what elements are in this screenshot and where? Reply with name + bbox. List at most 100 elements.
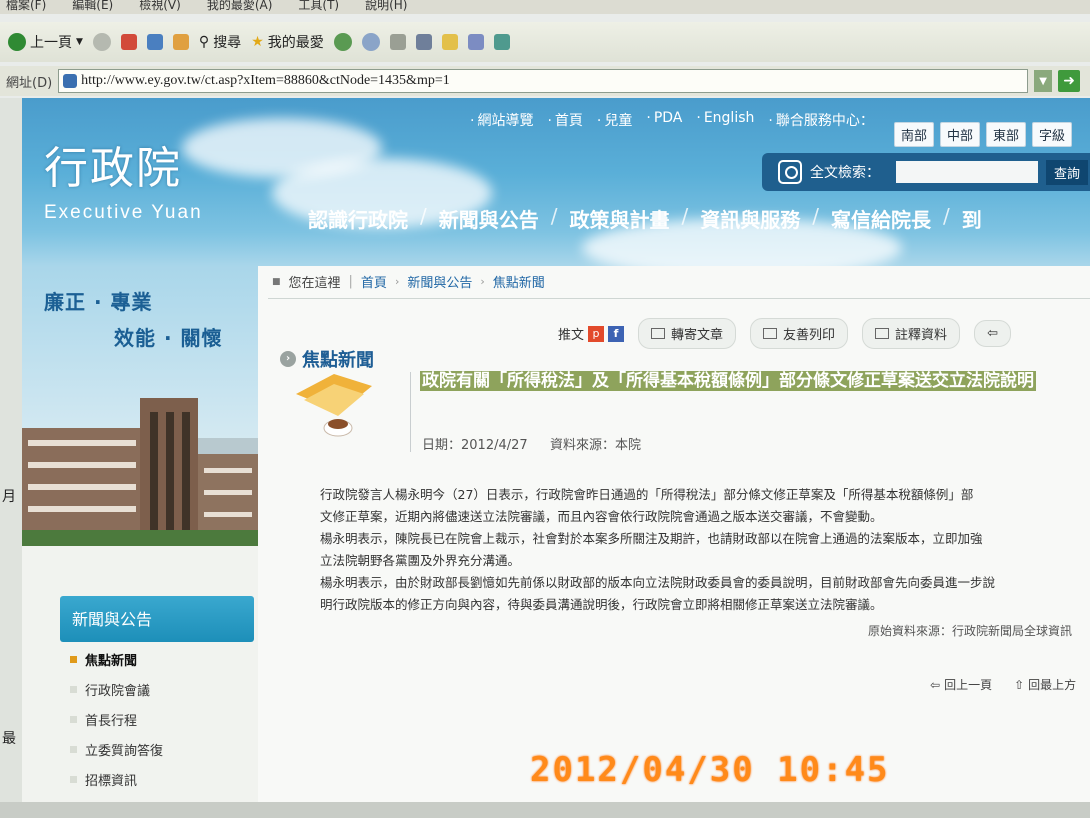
share-group: 推文 p f	[558, 324, 625, 343]
link-sitemap[interactable]: 網站導覽	[470, 110, 533, 130]
address-bar: 網址(D) http://www.ey.gov.tw/ct.asp?xItem=…	[0, 66, 1090, 96]
messenger-icon[interactable]	[467, 34, 484, 50]
slogan-line1: 廉正 · 專業	[44, 290, 153, 314]
nav-separator: /	[550, 204, 558, 228]
back-to-previous-button[interactable]: ⇦ 回上一頁	[930, 676, 992, 693]
bullet-icon	[70, 775, 77, 783]
star-icon: ★	[251, 34, 264, 50]
arrow-circle-icon: ›	[280, 351, 296, 367]
background-text-fragment: 最	[2, 731, 16, 747]
back-label: 上一頁	[30, 35, 72, 51]
nav-separator: /	[420, 204, 427, 228]
plurk-share-icon[interactable]: p	[588, 325, 605, 342]
region-south-button[interactable]: 南部	[894, 122, 935, 147]
nav-news[interactable]: 新聞與公告	[439, 204, 539, 233]
folder-icon[interactable]	[441, 34, 458, 50]
article-date: 日期：2012/4/27	[422, 438, 528, 453]
menu-tools[interactable]: 工具(T)	[298, 0, 339, 14]
refresh-icon[interactable]	[146, 34, 163, 50]
forward-article-button[interactable]: 轉寄文章	[638, 318, 737, 349]
nav-more[interactable]: 到	[962, 204, 982, 233]
edit-icon[interactable]	[415, 34, 432, 50]
article-paragraph: 立法院朝野各黨團及外界充分溝通。	[320, 553, 521, 568]
article-paragraph: 楊永明表示，由於財政部長劉憶如先前係以財政部的版本向立法院財政委員會的委員說明，…	[320, 575, 996, 590]
search-submit-button[interactable]: 查詢	[1046, 159, 1089, 185]
back-nav-button[interactable]: ⇦	[974, 320, 1011, 347]
site-logo[interactable]: 行政院	[44, 132, 182, 196]
menu-edit[interactable]: 編輯(E)	[72, 0, 113, 14]
article-meta: 日期：2012/4/27 資料來源：本院	[422, 434, 641, 453]
sidebar-item-tenders[interactable]: 招標資訊	[70, 764, 163, 794]
main-nav: 認識行政院 / 新聞與公告 / 政策與計畫 / 資訊與服務 / 寫信給院長 / 到	[308, 204, 982, 233]
sidebar-item-interpellation[interactable]: 立委質詢答復	[70, 734, 163, 764]
search-icon	[778, 160, 802, 184]
section-title-text: 焦點新聞	[302, 350, 374, 371]
print-icon[interactable]	[389, 34, 406, 50]
region-buttons: 南部 中部 東部 字級	[894, 122, 1073, 147]
sidebar-item-label: 首長行程	[85, 713, 138, 729]
link-home[interactable]: 首頁	[547, 110, 583, 130]
font-size-button[interactable]: 字級	[1032, 122, 1073, 147]
sidebar-item-focus-news[interactable]: 焦點新聞	[70, 644, 163, 674]
address-dropdown-icon[interactable]: ▼	[1034, 70, 1053, 92]
sidebar-item-schedule[interactable]: 首長行程	[70, 704, 163, 734]
research-icon[interactable]	[493, 34, 510, 50]
back-arrow-icon	[8, 33, 26, 51]
article-body: 行政院發言人楊永明今（27）日表示，行政院會昨日通過的「所得稅法」部分條文修正草…	[320, 484, 1090, 616]
url-text: http://www.ey.gov.tw/ct.asp?xItem=88860&…	[81, 73, 450, 88]
breadcrumb-label: 您在這裡	[288, 276, 341, 291]
site-search: 全文檢索： 查詢	[762, 153, 1090, 191]
region-central-button[interactable]: 中部	[940, 122, 981, 147]
favorites-label: 我的最愛	[267, 35, 324, 51]
article-actions: 推文 p f 轉寄文章 友善列印 註釋資料 ⇦	[558, 318, 1011, 349]
facebook-share-icon[interactable]: f	[608, 325, 625, 342]
article-source: 資料來源：本院	[549, 438, 641, 453]
note-icon	[875, 328, 890, 339]
menu-view[interactable]: 檢視(V)	[139, 0, 181, 14]
envelope-icon	[651, 328, 666, 339]
page-icon	[63, 74, 78, 88]
stop-icon[interactable]	[120, 34, 137, 50]
print-friendly-button[interactable]: 友善列印	[750, 318, 849, 349]
menu-file[interactable]: 檔案(F)	[6, 0, 46, 14]
slogan-line2: 效能 · 關懷	[114, 326, 223, 350]
url-field[interactable]: http://www.ey.gov.tw/ct.asp?xItem=88860&…	[58, 69, 1029, 93]
region-east-button[interactable]: 東部	[986, 122, 1027, 147]
annotation-button[interactable]: 註釋資料	[862, 318, 961, 349]
bullet-icon	[70, 655, 77, 663]
divider	[268, 298, 1090, 299]
link-kids[interactable]: 兒童	[597, 110, 632, 130]
menu-favorites[interactable]: 我的最愛(A)	[207, 0, 273, 14]
breadcrumb-news[interactable]: 新聞與公告	[407, 272, 472, 291]
breadcrumb-focus-news[interactable]: 焦點新聞	[493, 272, 545, 291]
original-source[interactable]: 原始資料來源：行政院新聞局全球資訊	[868, 622, 1072, 639]
bullet-icon	[70, 685, 77, 693]
menu-help[interactable]: 說明(H)	[365, 0, 407, 14]
favorites-button[interactable]: ★ 我的最愛	[251, 32, 324, 52]
nav-info[interactable]: 資訊與服務	[700, 204, 800, 233]
back-to-top-button[interactable]: ⇧ 回最上方	[1014, 676, 1076, 693]
home-icon[interactable]	[172, 34, 189, 50]
history-icon[interactable]	[333, 33, 352, 51]
arrow-left-icon: ⇦	[930, 677, 941, 692]
headline-separator	[410, 372, 411, 452]
nav-write-premier[interactable]: 寫信給院長	[831, 204, 931, 233]
sidebar-item-cabinet-meeting[interactable]: 行政院會議	[70, 674, 163, 704]
breadcrumb-home[interactable]: 首頁	[361, 272, 387, 291]
back-button[interactable]: 上一頁 ▼	[8, 32, 83, 52]
sidebar-item-label: 立委質詢答復	[85, 743, 164, 759]
search-input[interactable]	[896, 161, 1038, 183]
search-button[interactable]: ⚲ 搜尋	[199, 32, 241, 52]
link-pda[interactable]: PDA	[646, 110, 683, 130]
sidebar: 廉正 · 專業 效能 · 關懷 新聞與公告 焦點新聞 行政院會議 首長行程 立委…	[22, 266, 258, 802]
nav-about[interactable]: 認識行政院	[308, 204, 408, 233]
bullet-icon	[70, 715, 77, 723]
forward-arrow-icon[interactable]	[92, 33, 111, 51]
link-english[interactable]: English	[696, 110, 755, 130]
link-service-center[interactable]: 聯合服務中心：	[768, 110, 874, 130]
go-icon[interactable]: ➜	[1058, 70, 1081, 92]
nav-policy[interactable]: 政策與計畫	[570, 204, 670, 233]
search-button-label: 搜尋	[213, 35, 242, 51]
nav-separator: /	[681, 204, 689, 228]
mail-icon[interactable]	[361, 33, 380, 51]
